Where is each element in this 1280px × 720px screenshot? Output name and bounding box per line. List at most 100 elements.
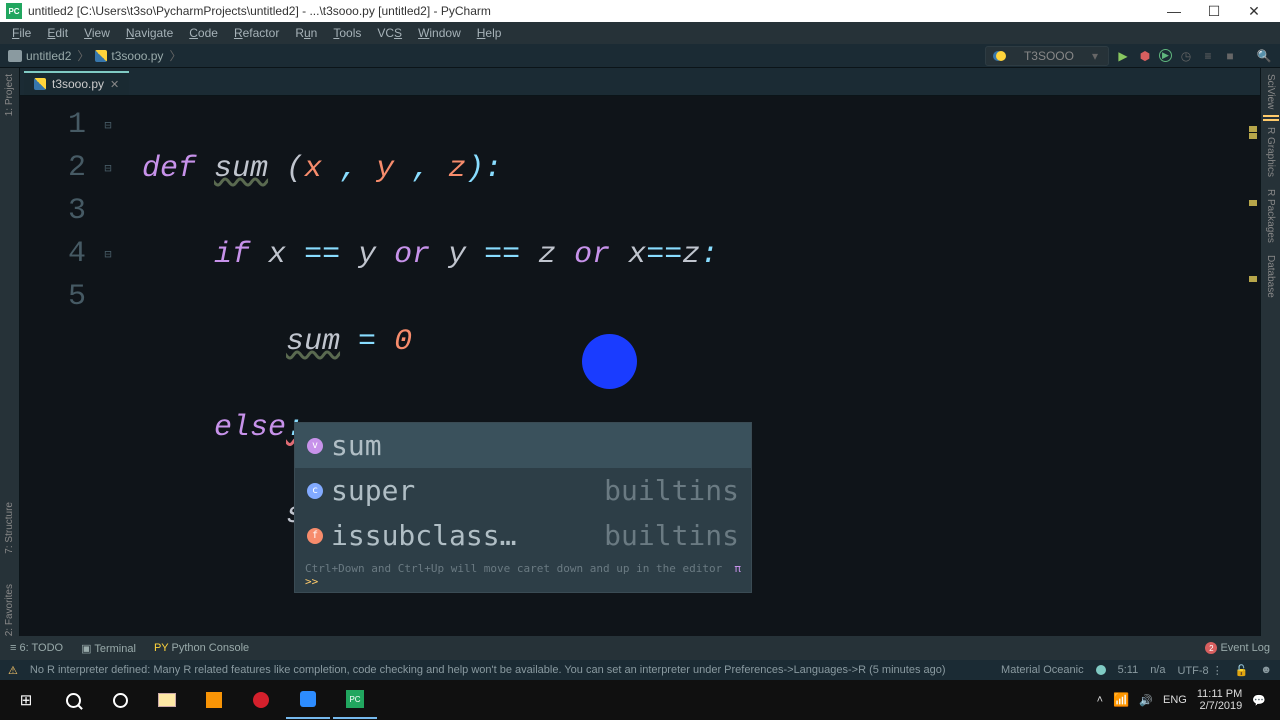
breadcrumb-file-label: t3sooo.py — [111, 49, 163, 63]
autocomplete-hint-link[interactable]: >> — [305, 575, 318, 588]
sublime-taskbar[interactable] — [192, 681, 236, 719]
structure-tool-tab[interactable]: 7: Structure — [4, 502, 15, 554]
profile-button[interactable]: ◷ — [1178, 48, 1194, 64]
concurrency-button[interactable]: ≡ — [1200, 48, 1216, 64]
function-icon: f — [307, 528, 323, 544]
todo-tool-tab[interactable]: ≡ 6: TODO — [10, 642, 63, 654]
close-tab-icon[interactable]: ✕ — [110, 78, 119, 91]
tray-chevron-icon[interactable]: ˄ — [1097, 694, 1103, 706]
database-tool-tab[interactable]: Database — [1265, 249, 1276, 304]
close-button[interactable]: ✕ — [1234, 3, 1274, 20]
os-titlebar: PC untitled2 [C:\Users\t3so\PycharmProje… — [0, 0, 1280, 22]
minimize-button[interactable]: — — [1154, 3, 1194, 19]
line-number-gutter: 1 2 3 4 5 — [20, 96, 98, 636]
taskbar-clock[interactable]: 11:11 PM 2/7/2019 — [1197, 688, 1242, 712]
keyboard-lang[interactable]: ENG — [1163, 694, 1187, 706]
status-bar: ⚠ No R interpreter defined: Many R relat… — [0, 660, 1280, 680]
bottom-tool-stripe: ≡ 6: TODO ▣ Terminal PY Python Console 2… — [0, 636, 1280, 660]
status-message[interactable]: No R interpreter defined: Many R related… — [30, 664, 946, 676]
theme-dot-icon — [1096, 665, 1106, 675]
sciview-tool-tab[interactable]: SciView — [1265, 68, 1276, 115]
python-file-icon — [34, 78, 46, 90]
debug-button[interactable]: ⬢ — [1137, 48, 1153, 64]
python-icon — [996, 51, 1006, 61]
line-sep[interactable]: n/a — [1150, 664, 1165, 676]
volume-icon[interactable]: 🔊 — [1139, 694, 1153, 707]
cursor-indicator-overlay — [582, 334, 637, 389]
pi-icon: π — [734, 562, 741, 588]
autocomplete-item[interactable]: c super builtins — [295, 468, 751, 513]
autocomplete-item-label: super — [331, 474, 596, 507]
pycharm-icon: PC — [6, 3, 22, 19]
python-console-tool-tab[interactable]: PY Python Console — [154, 642, 249, 654]
maximize-button[interactable]: ☐ — [1194, 3, 1234, 20]
rpackages-tool-tab[interactable]: R Packages — [1265, 183, 1276, 249]
menu-vcs[interactable]: VCS — [371, 26, 408, 40]
chevron-icon: 〉 — [77, 47, 89, 64]
fold-toggle-icon[interactable]: ⊟ — [98, 147, 118, 190]
fold-toggle-icon[interactable]: ⊟ — [98, 233, 118, 276]
breadcrumb-file[interactable]: t3sooo.py — [95, 49, 163, 63]
search-everywhere-button[interactable]: 🔍 — [1256, 48, 1272, 64]
taskbar-search[interactable] — [51, 681, 95, 719]
autocomplete-item-label: issubclass… — [331, 519, 596, 552]
left-tool-stripe: 1: Project 7: Structure 2: Favorites — [0, 68, 20, 636]
run-config-selector[interactable]: T3SOOO ▾ — [985, 46, 1109, 66]
breadcrumb-project[interactable]: untitled2 — [8, 49, 71, 63]
menu-refactor[interactable]: Refactor — [228, 26, 285, 40]
menu-view[interactable]: View — [78, 26, 116, 40]
autocomplete-hint: Ctrl+Down and Ctrl+Up will move caret do… — [295, 558, 751, 592]
theme-label[interactable]: Material Oceanic — [1001, 664, 1084, 676]
rgraphics-tool-tab[interactable]: R Graphics — [1265, 121, 1276, 183]
autocomplete-item[interactable]: v sum — [295, 423, 751, 468]
system-tray[interactable]: ˄ 📶 🔊 ENG 11:11 PM 2/7/2019 💬 — [1097, 688, 1276, 712]
terminal-tool-tab[interactable]: ▣ Terminal — [81, 642, 136, 655]
autocomplete-item[interactable]: f issubclass… builtins — [295, 513, 751, 558]
zoom-taskbar[interactable] — [286, 681, 330, 719]
notifications-icon[interactable]: 💬 — [1252, 694, 1266, 707]
run-button[interactable]: ▶ — [1115, 48, 1131, 64]
readonly-lock-icon[interactable]: 🔓 — [1235, 664, 1249, 677]
project-tool-tab[interactable]: 1: Project — [4, 74, 15, 116]
menu-code[interactable]: Code — [183, 26, 224, 40]
editor-tab[interactable]: t3sooo.py ✕ — [24, 71, 129, 95]
right-tool-stripe: SciView R Graphics R Packages Database — [1260, 68, 1280, 636]
python-file-icon — [95, 50, 107, 62]
favorites-tool-tab[interactable]: 2: Favorites — [4, 584, 15, 636]
chevron-icon: 〉 — [169, 47, 181, 64]
opera-taskbar[interactable] — [239, 681, 283, 719]
event-log-tool-tab[interactable]: 2 Event Log — [1205, 642, 1270, 655]
fold-toggle-icon[interactable]: ⊟ — [98, 104, 118, 147]
error-stripe[interactable] — [1249, 126, 1257, 282]
breadcrumb-project-label: untitled2 — [26, 49, 71, 63]
caret-position[interactable]: 5:11 — [1118, 664, 1139, 676]
code-area[interactable]: 1 2 3 4 5 ⊟ ⊟ ⊟ def sum (x , y , z): if … — [20, 96, 1260, 636]
menu-navigate[interactable]: Navigate — [120, 26, 179, 40]
menu-file[interactable]: File — [6, 26, 37, 40]
autocomplete-item-label: sum — [331, 429, 731, 462]
menu-help[interactable]: Help — [471, 26, 508, 40]
chevron-down-icon: ▾ — [1092, 49, 1098, 63]
inspections-icon[interactable]: ☻ — [1260, 664, 1272, 676]
os-taskbar: ⊞ PC ˄ 📶 🔊 ENG 11:11 PM 2/7/2019 💬 — [0, 680, 1280, 720]
editor: t3sooo.py ✕ 1 2 3 4 5 ⊟ ⊟ ⊟ def sum (x ,… — [20, 68, 1260, 636]
autocomplete-popup: v sum c super builtins f issubclass… bui… — [294, 422, 752, 593]
navigation-bar: untitled2 〉 t3sooo.py 〉 T3SOOO ▾ ▶ ⬢ ▶ ◷… — [0, 44, 1280, 68]
stop-button[interactable]: ■ — [1222, 48, 1238, 64]
menu-run[interactable]: Run — [289, 26, 323, 40]
network-icon[interactable]: 📶 — [1113, 692, 1129, 708]
start-button[interactable]: ⊞ — [4, 681, 48, 719]
menu-window[interactable]: Window — [412, 26, 467, 40]
cortana-button[interactable] — [98, 681, 142, 719]
window-title: untitled2 [C:\Users\t3so\PycharmProjects… — [28, 4, 491, 18]
menu-edit[interactable]: Edit — [41, 26, 74, 40]
editor-tabs: t3sooo.py ✕ — [20, 68, 1260, 96]
file-explorer-taskbar[interactable] — [145, 681, 189, 719]
warning-icon: ⚠ — [8, 664, 18, 677]
tab-label: t3sooo.py — [52, 77, 104, 91]
encoding[interactable]: UTF-8 ⋮ — [1177, 664, 1222, 677]
menu-tools[interactable]: Tools — [327, 26, 367, 40]
pycharm-taskbar[interactable]: PC — [333, 681, 377, 719]
class-icon: c — [307, 483, 323, 499]
coverage-button[interactable]: ▶ — [1159, 49, 1172, 62]
